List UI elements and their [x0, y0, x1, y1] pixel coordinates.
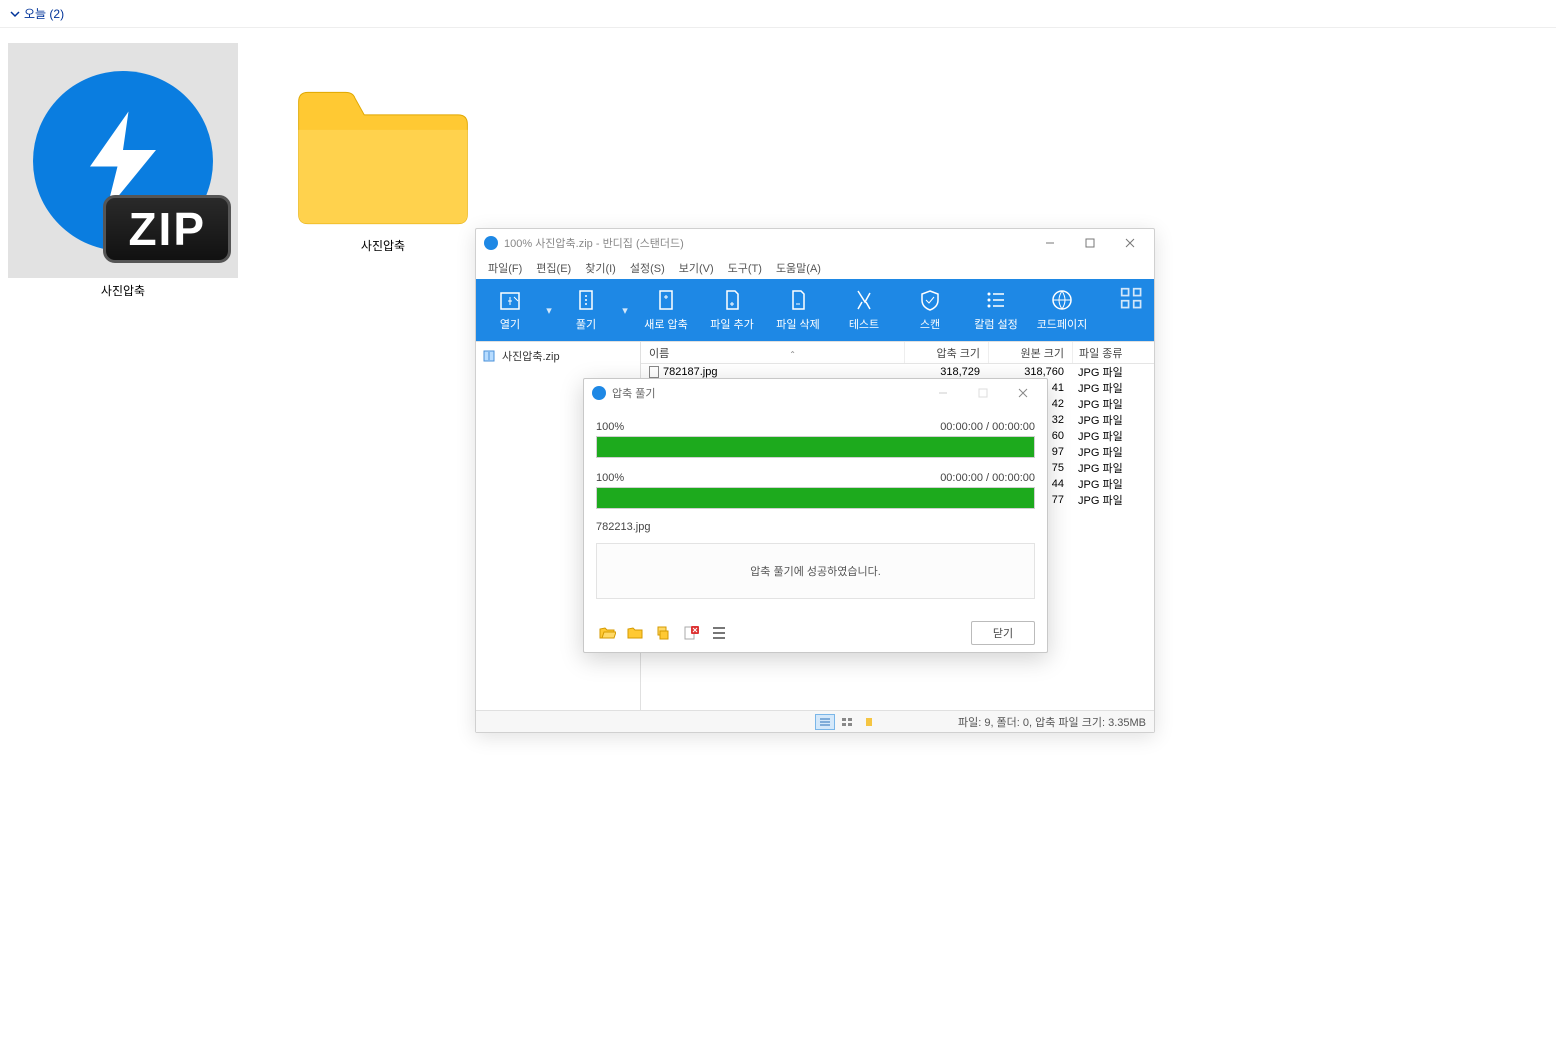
tool-new-archive[interactable]: 새로 압축 — [634, 281, 698, 339]
tool-label: 새로 압축 — [644, 316, 688, 332]
col-header-compressed[interactable]: 압축 크기 — [904, 342, 988, 363]
menu-view[interactable]: 보기(V) — [679, 260, 714, 276]
scan-shield-icon — [918, 288, 942, 312]
file-icon — [649, 366, 659, 378]
tool-label: 테스트 — [849, 316, 879, 332]
menu-settings[interactable]: 설정(S) — [630, 260, 665, 276]
close-button[interactable] — [1003, 380, 1043, 406]
tool-column-settings[interactable]: 칼럼 설정 — [964, 281, 1028, 339]
delete-file-icon — [786, 288, 810, 312]
zip-thumbnail: ZIP — [8, 43, 238, 278]
tool-extract[interactable]: 풀기 ▾ — [558, 281, 632, 339]
explorer-item-zip[interactable]: ZIP 사진압축 — [8, 43, 238, 299]
zip-badge: ZIP — [103, 195, 231, 263]
tool-delete-file[interactable]: 파일 삭제 — [766, 281, 830, 339]
tool-label: 열기 — [500, 316, 520, 332]
open-folder-button[interactable] — [596, 622, 618, 644]
close-folder-button[interactable] — [680, 622, 702, 644]
view-list-button[interactable] — [837, 714, 857, 730]
extract-dialog: 압축 풀기 100% 00:00:00 / 00:00:00 100% 00:0… — [583, 378, 1048, 653]
progress2-time: 00:00:00 / 00:00:00 — [940, 472, 1035, 484]
dialog-title: 압축 풀기 — [612, 385, 923, 401]
menu-file[interactable]: 파일(F) — [488, 260, 522, 276]
minimize-button[interactable] — [1030, 230, 1070, 256]
tool-scan[interactable]: 스캔 — [898, 281, 962, 339]
open-folder-alt-button[interactable] — [624, 622, 646, 644]
tool-test[interactable]: 테스트 — [832, 281, 896, 339]
progress1-time: 00:00:00 / 00:00:00 — [940, 421, 1035, 433]
maximize-button — [963, 380, 1003, 406]
copy-folder-button[interactable] — [652, 622, 674, 644]
col-header-type[interactable]: 파일 종류 — [1072, 342, 1154, 363]
minimize-button[interactable] — [923, 380, 963, 406]
status-text: 파일: 9, 폴더: 0, 압축 파일 크기: 3.35MB — [958, 714, 1146, 730]
menu-help[interactable]: 도움말(A) — [776, 260, 821, 276]
explorer-item-folder[interactable]: 사진압축 — [268, 43, 498, 299]
tool-add-file[interactable]: 파일 추가 — [700, 281, 764, 339]
explorer-item-label: 사진압축 — [101, 282, 145, 299]
progress1-percent: 100% — [596, 421, 624, 433]
menu-edit[interactable]: 편집(E) — [536, 260, 571, 276]
globe-icon — [1050, 288, 1074, 312]
col-header-original[interactable]: 원본 크기 — [988, 342, 1072, 363]
tool-label: 칼럼 설정 — [974, 316, 1018, 332]
customize-toolbar-icon[interactable] — [1120, 287, 1144, 316]
extract-icon — [574, 288, 598, 312]
app-icon — [484, 236, 498, 250]
col-header-name[interactable]: 이름⌃ — [641, 345, 904, 361]
menu-tools[interactable]: 도구(T) — [728, 260, 762, 276]
dialog-body: 100% 00:00:00 / 00:00:00 100% 00:00:00 /… — [584, 407, 1047, 614]
tree-root[interactable]: 사진압축.zip — [480, 346, 636, 366]
menubar: 파일(F) 편집(E) 찾기(I) 설정(S) 보기(V) 도구(T) 도움말(… — [476, 257, 1154, 279]
list-icon — [984, 288, 1008, 312]
dialog-footer: 닫기 — [584, 614, 1047, 652]
statusbar: 파일: 9, 폴더: 0, 압축 파일 크기: 3.35MB — [476, 710, 1154, 732]
tool-open[interactable]: 열기 ▾ — [482, 281, 556, 339]
tree-root-label: 사진압축.zip — [502, 348, 560, 364]
explorer-group-header[interactable]: 오늘 (2) — [0, 0, 1556, 28]
maximize-button[interactable] — [1070, 230, 1110, 256]
log-list-button[interactable] — [708, 622, 730, 644]
tool-label: 코드페이지 — [1037, 316, 1088, 332]
result-message: 압축 풀기에 성공하였습니다. — [596, 543, 1035, 599]
titlebar[interactable]: 100% 사진압축.zip - 반디집 (스탠더드) — [476, 229, 1154, 257]
explorer-group-label: 오늘 (2) — [24, 5, 64, 22]
tool-label: 풀기 — [576, 316, 596, 332]
app-icon — [592, 386, 606, 400]
menu-find[interactable]: 찾기(I) — [585, 260, 616, 276]
open-icon — [498, 288, 522, 312]
view-details-button[interactable] — [815, 714, 835, 730]
window-title: 100% 사진압축.zip - 반디집 (스탠더드) — [504, 235, 1030, 251]
dialog-close-button[interactable]: 닫기 — [971, 621, 1035, 645]
explorer-item-label: 사진압축 — [361, 237, 405, 254]
progress-bar-2 — [596, 487, 1035, 509]
test-icon — [852, 288, 876, 312]
progress2-percent: 100% — [596, 472, 624, 484]
tool-codepage[interactable]: 코드페이지 — [1030, 281, 1094, 339]
view-icons-button[interactable] — [859, 714, 879, 730]
close-button[interactable] — [1110, 230, 1150, 256]
new-archive-icon — [654, 288, 678, 312]
chevron-down-icon[interactable]: ▾ — [542, 304, 556, 317]
folder-icon — [288, 83, 478, 233]
add-file-icon — [720, 288, 744, 312]
tool-label: 스캔 — [920, 316, 940, 332]
toolbar: 열기 ▾ 풀기 ▾ 새로 압축 파일 추가 파일 삭제 테스트 — [476, 279, 1154, 341]
current-file-label: 782213.jpg — [596, 521, 1035, 533]
list-header: 이름⌃ 압축 크기 원본 크기 파일 종류 — [641, 342, 1154, 364]
chevron-down-icon — [10, 9, 20, 19]
dialog-titlebar[interactable]: 압축 풀기 — [584, 379, 1047, 407]
chevron-down-icon[interactable]: ▾ — [618, 304, 632, 317]
tool-label: 파일 추가 — [710, 316, 754, 332]
tool-label: 파일 삭제 — [776, 316, 820, 332]
archive-icon — [482, 349, 496, 363]
progress-bar-1 — [596, 436, 1035, 458]
